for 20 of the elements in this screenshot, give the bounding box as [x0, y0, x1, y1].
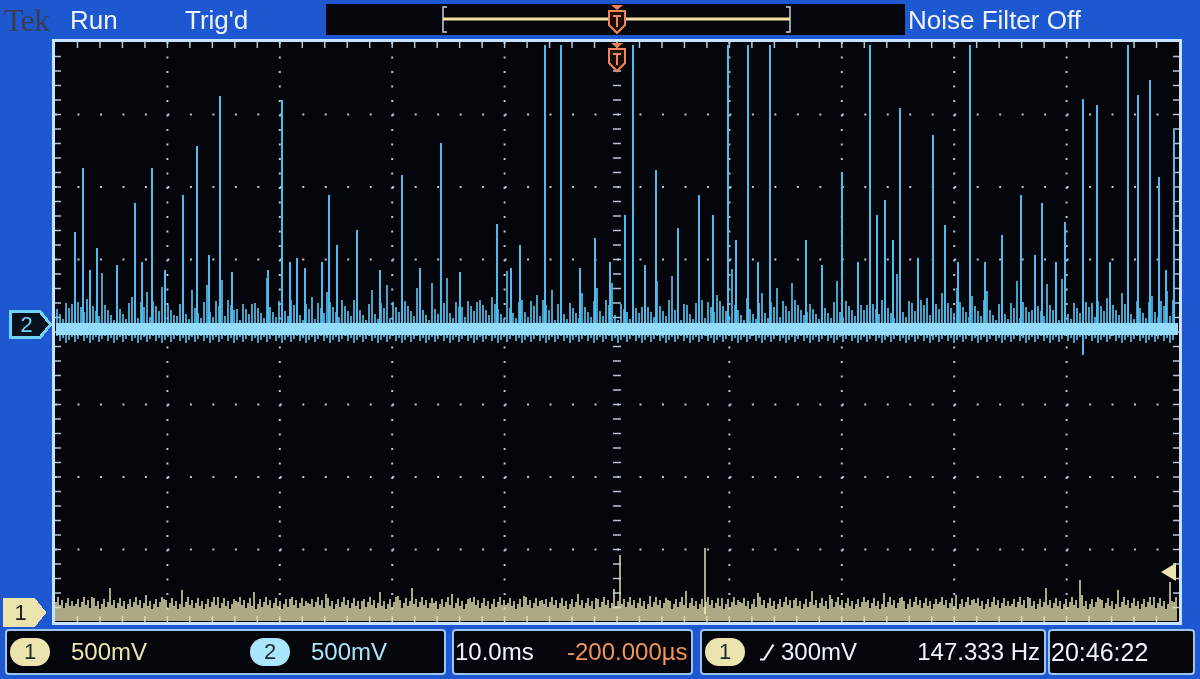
clock-readout: 20:46:22: [1048, 629, 1195, 675]
channel-marker: 2: [9, 310, 52, 339]
horizontal-position: -200.000µs: [567, 640, 688, 664]
rising-edge-icon: [759, 643, 775, 661]
brand-logo: Tek: [4, 3, 51, 36]
volts-per-division: 500mV: [71, 640, 148, 664]
trigger-frequency: 147.333 Hz: [917, 640, 1040, 664]
volts-per-division: 500mV: [311, 640, 388, 664]
trigger-level-icon: [1161, 563, 1176, 581]
noise-filter-status: Noise Filter Off: [908, 6, 1081, 33]
time-per-division: 10.0ms: [455, 640, 535, 664]
run-status: Run: [70, 6, 119, 33]
trigger-status: Trig'd: [185, 6, 250, 33]
channel-badge: 2: [250, 638, 290, 666]
trigger-position-icon: [608, 43, 626, 73]
channel-badge: 1: [10, 638, 50, 666]
channel-badge: 1: [705, 638, 745, 666]
trigger-level: 300mV: [781, 640, 858, 664]
trigger-position-icon: [608, 5, 626, 35]
channel-marker: 1: [3, 598, 46, 627]
